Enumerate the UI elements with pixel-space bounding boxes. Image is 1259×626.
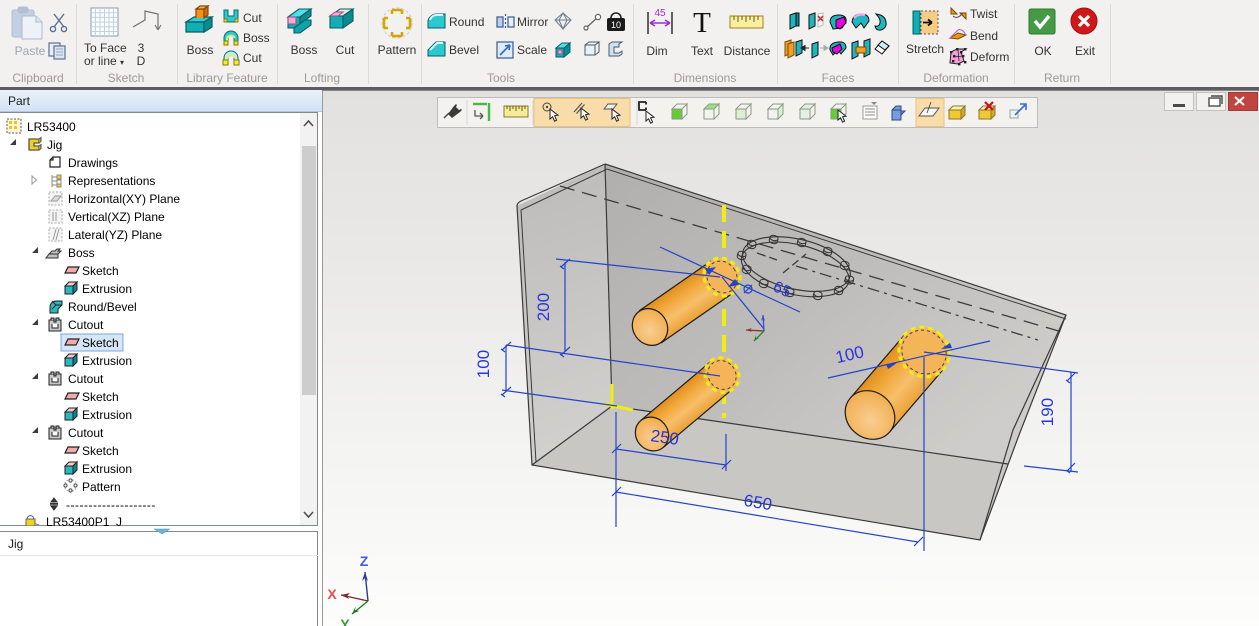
svg-text:Sketch: Sketch [82,336,119,350]
svg-text:X: X [327,586,337,602]
svg-text:Sketch: Sketch [82,444,119,458]
svg-text:Pattern: Pattern [82,480,121,494]
svg-text:T: T [693,7,711,39]
svg-text:Round/Bevel: Round/Bevel [68,300,137,314]
svg-text:Cutout: Cutout [68,426,104,440]
svg-text:Sketch: Sketch [82,390,119,404]
svg-text:650: 650 [742,491,773,514]
svg-text:10: 10 [611,20,621,30]
svg-text:Vertical(XZ) Plane: Vertical(XZ) Plane [68,210,165,224]
svg-text:Boss: Boss [68,246,95,260]
svg-text:Extrusion: Extrusion [82,462,132,476]
svg-text:Y: Y [340,616,350,626]
svg-text:Lateral(YZ) Plane: Lateral(YZ) Plane [68,228,162,242]
svg-text:Horizontal(XY) Plane: Horizontal(XY) Plane [68,192,180,206]
svg-text:Jig: Jig [47,138,62,152]
svg-text:Drawings: Drawings [68,156,118,170]
svg-text:Extrusion: Extrusion [82,282,132,296]
svg-text:250: 250 [649,426,680,449]
svg-text:100: 100 [474,350,493,378]
svg-text:190: 190 [1038,398,1057,426]
svg-text:45: 45 [654,8,666,19]
svg-text:LR53400P1_J: LR53400P1_J [46,515,122,526]
svg-text:LR53400: LR53400 [27,120,76,134]
svg-text:Sketch: Sketch [82,264,119,278]
svg-text:Extrusion: Extrusion [82,408,132,422]
svg-text:Z: Z [360,553,369,569]
svg-text:Cutout: Cutout [68,372,104,386]
svg-text:200: 200 [534,293,553,321]
svg-text:Representations: Representations [68,174,155,188]
svg-text:Cutout: Cutout [68,318,104,332]
svg-text:Extrusion: Extrusion [82,354,132,368]
svg-text:--------------------: -------------------- [66,498,156,512]
